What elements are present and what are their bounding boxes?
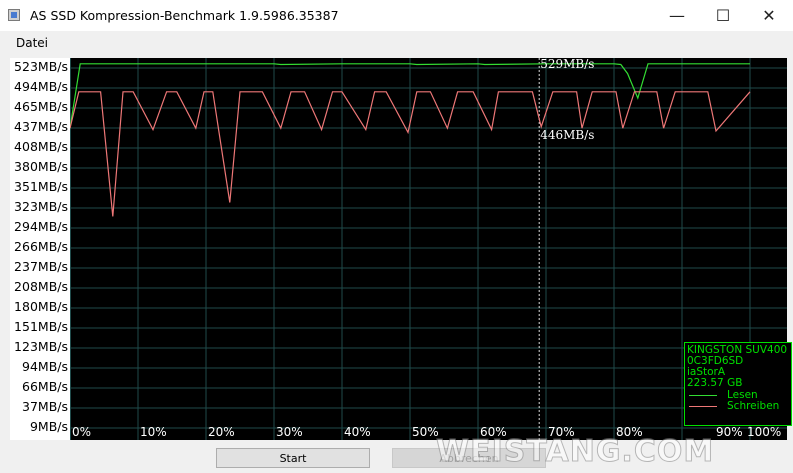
y-tick-label: 465MB/s (14, 99, 68, 114)
x-tick-label: 30% (276, 425, 303, 439)
minimize-button[interactable]: — (654, 0, 700, 31)
y-tick-label: 9MB/s (29, 419, 68, 434)
x-tick-label: 90% (716, 425, 743, 439)
y-tick-label: 66MB/s (22, 379, 68, 394)
watermark: WEISTANG.COM (435, 434, 715, 470)
legend-swatch-schreiben (689, 406, 717, 407)
title-bar: AS SSD Kompression-Benchmark 1.9.5986.35… (0, 0, 793, 31)
app-icon (8, 9, 20, 21)
benchmark-chart: 0% 10% 20% 30% 40% 50% 60% 70% 80% 90% 100% 529MB/… (70, 56, 792, 440)
y-tick-label: 523MB/s (14, 59, 68, 74)
write-value-annotation: 446MB/s (540, 127, 595, 142)
y-tick-label: 180MB/s (14, 299, 68, 314)
menu-bar: Datei (0, 31, 793, 53)
y-tick-label: 123MB/s (14, 339, 68, 354)
y-tick-label: 266MB/s (14, 239, 68, 254)
y-tick-label: 151MB/s (14, 319, 68, 334)
start-button[interactable]: Start (216, 448, 370, 468)
y-tick-label: 351MB/s (14, 179, 68, 194)
menu-datei[interactable]: Datei (16, 36, 48, 50)
x-tick-label: 50% (412, 425, 439, 439)
chart-legend: KINGSTON SUV400 0C3FD6SD iaStorA 223.57 … (684, 342, 792, 426)
y-axis-labels: 523MB/s 494MB/s 465MB/s 437MB/s 408MB/s 380MB… (10, 58, 70, 440)
window-title: AS SSD Kompression-Benchmark 1.9.5986.35… (30, 8, 339, 23)
y-tick-label: 94MB/s (22, 359, 68, 374)
chart-svg (70, 58, 787, 440)
legend-label-schreiben: Schreiben (727, 400, 780, 412)
legend-swatch-lesen (689, 395, 717, 396)
y-tick-label: 237MB/s (14, 259, 68, 274)
y-tick-label: 37MB/s (22, 399, 68, 414)
read-value-annotation: 529MB/s (540, 56, 595, 71)
close-button[interactable]: ✕ (746, 0, 792, 31)
x-tick-label: 100% (747, 425, 782, 439)
y-tick-label: 323MB/s (14, 199, 68, 214)
y-tick-label: 408MB/s (14, 139, 68, 154)
y-tick-label: 494MB/s (14, 79, 68, 94)
legend-capacity: 223.57 GB (687, 377, 743, 389)
maximize-button[interactable]: ☐ (700, 0, 746, 31)
x-tick-label: 0% (72, 425, 92, 439)
y-tick-label: 208MB/s (14, 279, 68, 294)
y-tick-label: 437MB/s (14, 119, 68, 134)
x-tick-label: 10% (140, 425, 167, 439)
y-tick-label: 380MB/s (14, 159, 68, 174)
x-tick-label: 40% (344, 425, 371, 439)
x-tick-label: 20% (208, 425, 235, 439)
y-tick-label: 294MB/s (14, 219, 68, 234)
